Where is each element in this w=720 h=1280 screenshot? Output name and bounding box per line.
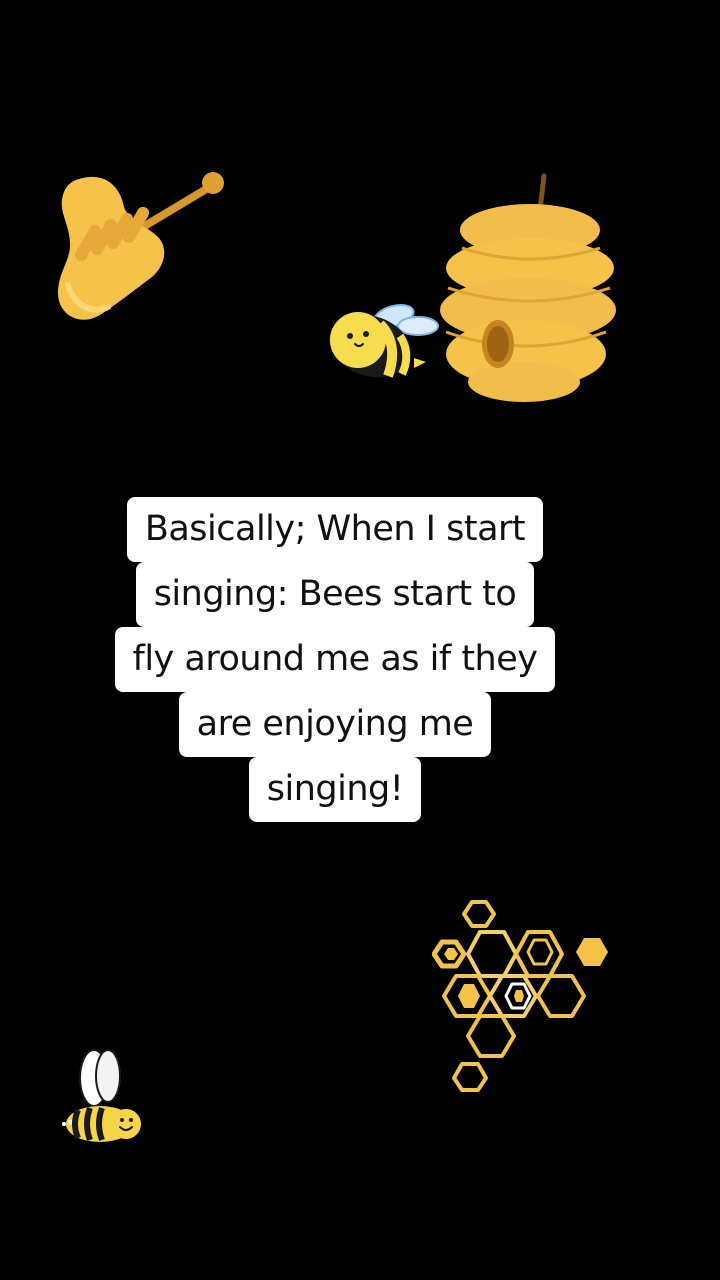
caption-line-4: are enjoying me <box>178 692 492 757</box>
bee-flying-icon <box>328 304 439 378</box>
caption-line-3: fly around me as if they <box>114 627 556 692</box>
honeycomb-icon <box>432 900 608 1092</box>
beehive-icon <box>440 173 616 402</box>
caption: Basically; When I start singing: Bees st… <box>80 497 590 822</box>
bee-small-icon <box>62 1049 141 1142</box>
caption-line-2: singing: Bees start to <box>135 562 535 627</box>
caption-line-5: singing! <box>248 757 422 822</box>
honey-dipper-icon <box>58 172 224 320</box>
caption-line-1: Basically; When I start <box>126 497 544 562</box>
